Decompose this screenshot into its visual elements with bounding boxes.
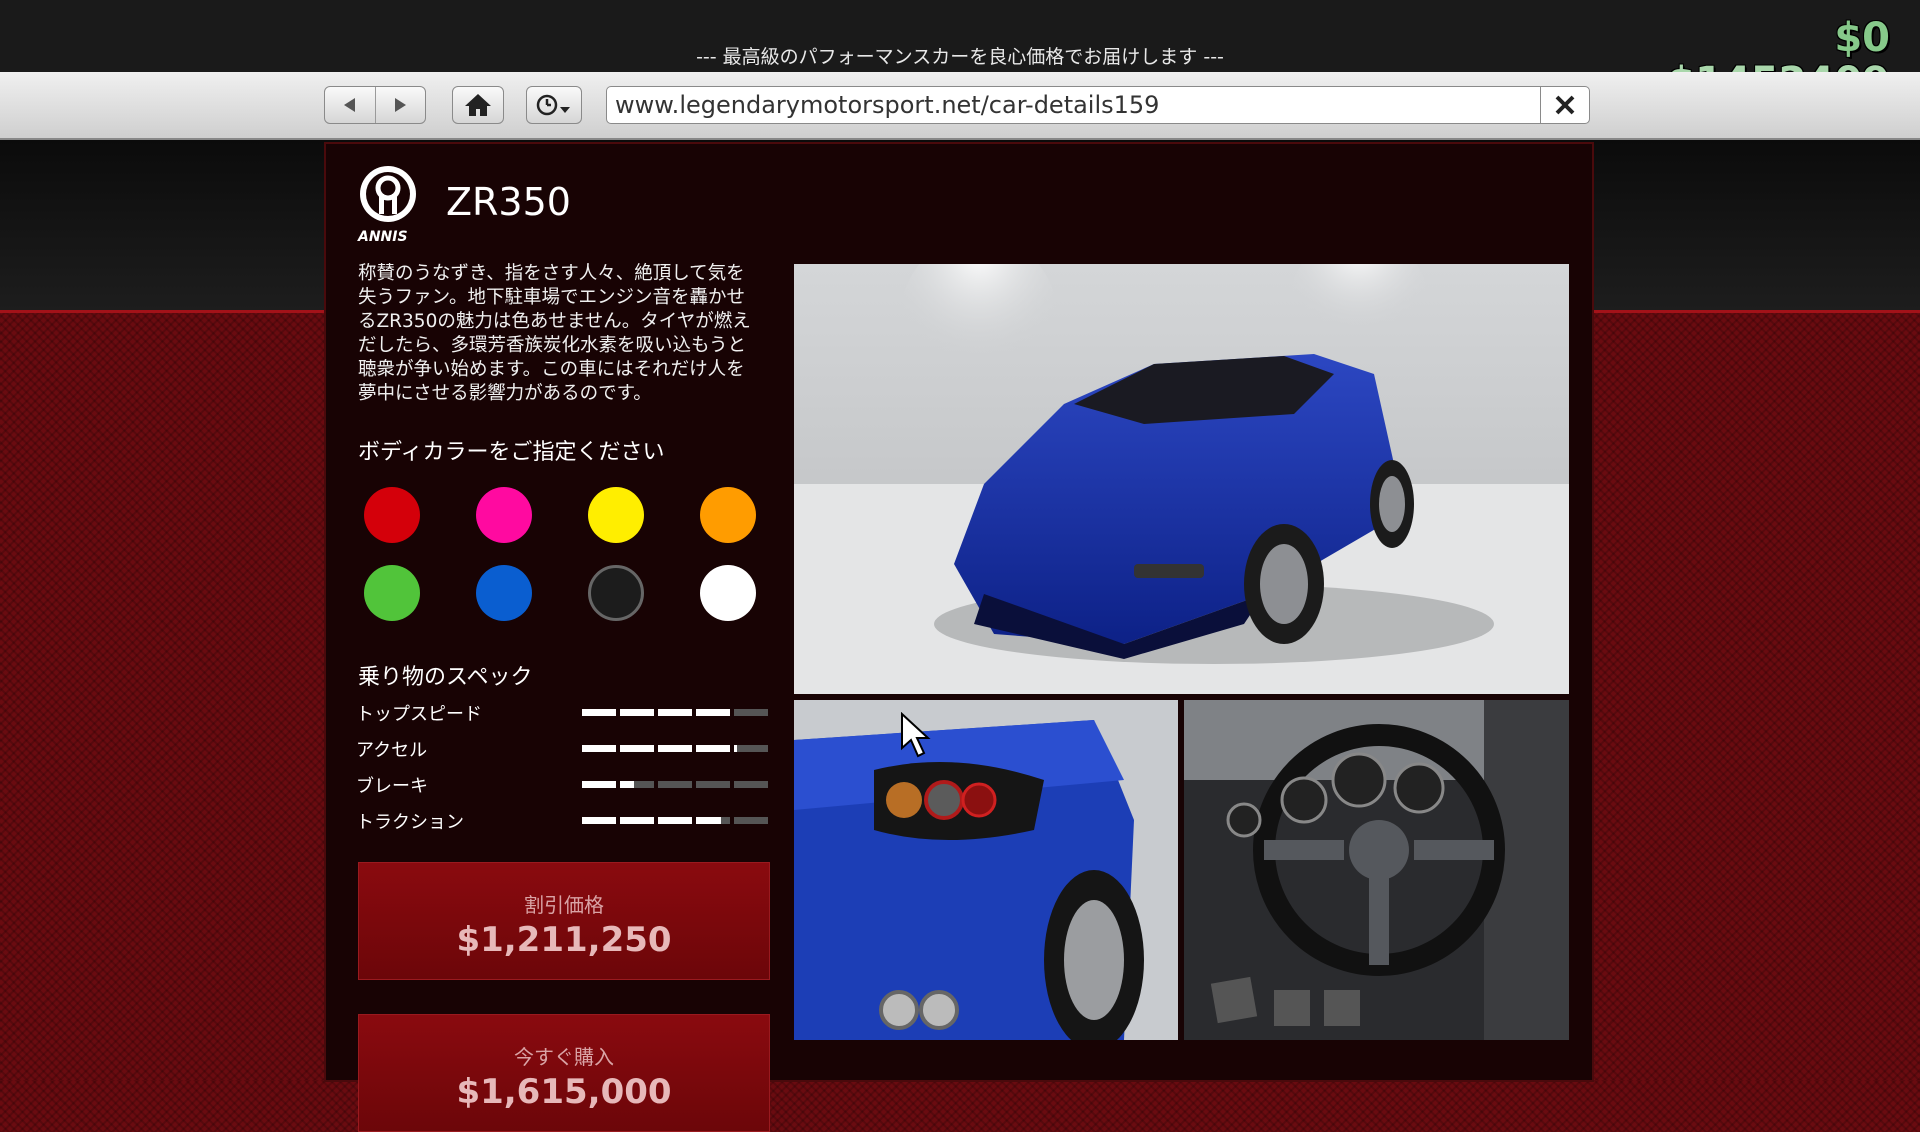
forward-button[interactable] [376,87,426,123]
spec-bar-fill [620,781,634,788]
color-swatch[interactable] [700,565,756,621]
discount-price: $1,211,250 [456,920,672,960]
car-description: 称賛のうなずき、指をさす人々、絶頂して気を 失うファン。地下駐車場でエンジン音を… [358,262,776,406]
spec-bar-fill [582,745,616,752]
car-main-image[interactable] [794,264,1569,694]
spec-bar-fill [658,817,692,824]
svg-text:ANNIS: ANNIS [357,229,408,244]
history-button[interactable] [526,86,582,124]
browser-toolbar: www.legendarymotorsport.net/car-details1… [0,72,1920,140]
spec-bar-segment [696,781,730,788]
color-heading: ボディカラーをご指定ください [358,440,665,465]
site-tagline: --- 最高級のパフォーマンスカーを良心価格でお届けします --- [696,46,1224,68]
car-rear-image[interactable] [794,700,1178,1040]
buy-price: $1,615,000 [456,1072,672,1112]
spec-bar-fill [658,745,692,752]
spec-bar-fill [696,709,730,716]
car-name: ZR350 [446,180,571,224]
spec-bar-segment [734,709,768,716]
spec-bar-fill [696,745,730,752]
color-swatch[interactable] [364,487,420,543]
spec-bar-fill [734,745,737,752]
spec-bar [582,709,770,716]
forward-arrow-icon [395,98,407,112]
spec-bar-fill [658,709,692,716]
spec-bar-fill [620,709,654,716]
description-line: 称賛のうなずき、指をさす人々、絶頂して気を [358,263,745,284]
home-button[interactable] [452,86,504,124]
specs-heading: 乗り物のスペック [358,665,533,690]
discount-label: 割引価格 [524,893,604,917]
spec-label: ブレーキ [356,776,428,797]
spec-bar-segment [734,781,768,788]
spec-row: トップスピード [356,700,776,725]
history-clock-icon [536,94,570,116]
spec-row: ブレーキ [356,772,776,797]
spec-bar [582,745,770,752]
color-swatch[interactable] [476,565,532,621]
url-bar[interactable]: www.legendarymotorsport.net/car-details1… [606,86,1590,124]
cash-amount: $0 [1834,15,1890,61]
color-swatch[interactable] [476,487,532,543]
spec-bar-segment [734,745,768,752]
description-line: 聴衆が争い始めます。この車にはそれだけ人を [358,359,745,380]
spec-label: アクセル [356,740,428,761]
spec-label: トラクション [356,812,464,833]
spec-row: アクセル [356,736,776,761]
color-swatch[interactable] [700,487,756,543]
car-detail-panel: ANNIS ZR350 称賛のうなずき、指をさす人々、絶頂して気を 失うファン。… [324,142,1594,1132]
annis-logo-icon: ANNIS [357,166,416,244]
car-interior-image[interactable] [1184,700,1569,1040]
description-line: だしたら、多環芳香族炭化水素を吸い込もうと [358,335,746,356]
buy-label: 今すぐ購入 [514,1045,614,1069]
spec-row: トラクション [356,808,776,833]
description-line: 夢中にさせる影響力があるのです。 [358,383,652,404]
spec-label: トップスピード [356,704,482,725]
spec-bar-segment [734,817,768,824]
description-line: るZR350の魅力は色あせません。タイヤが燃え [358,311,751,332]
spec-bar [582,817,770,824]
spec-bar-fill [620,745,654,752]
mouse-cursor-icon [901,712,931,758]
top-bar: --- 最高級のパフォーマンスカーを良心価格でお届けします --- [0,0,1920,72]
spec-bar-fill [582,817,616,824]
description-line: 失うファン。地下駐車場でエンジン音を轟かせ [358,287,746,308]
close-icon [1555,95,1575,115]
nav-button-group [324,86,426,124]
spec-bar-fill [620,817,654,824]
spec-bar-fill [696,817,721,824]
home-icon [465,94,491,116]
back-button[interactable] [325,87,376,123]
close-button[interactable] [1540,87,1589,123]
spec-bar-fill [582,709,616,716]
discount-price-button[interactable]: 割引価格 $1,211,250 [358,862,770,980]
url-text[interactable]: www.legendarymotorsport.net/car-details1… [607,91,1540,119]
back-arrow-icon [343,98,355,112]
buy-now-button[interactable]: 今すぐ購入 $1,615,000 [358,1014,770,1132]
color-swatch[interactable] [588,565,644,621]
spec-bar [582,781,770,788]
color-swatch[interactable] [364,565,420,621]
spec-bar-segment [658,781,692,788]
spec-bar-fill [582,781,616,788]
color-swatch[interactable] [588,487,644,543]
